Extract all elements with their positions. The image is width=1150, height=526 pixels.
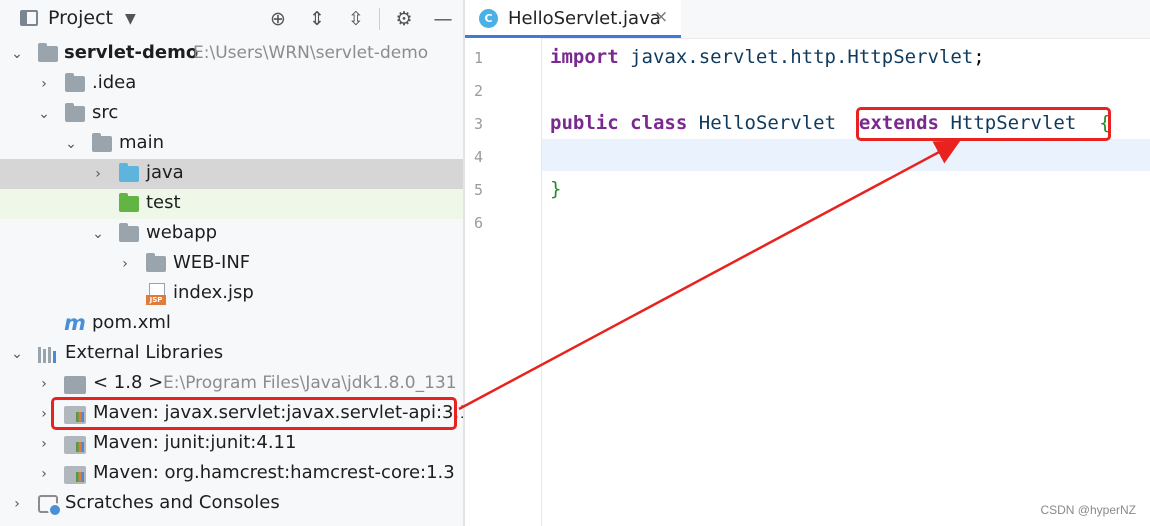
tree-item-webapp[interactable]: ⌄ webapp [0,219,463,249]
chevron-right-icon[interactable]: › [36,375,52,393]
maven-jar-icon [64,436,86,454]
servlet-api-highlight-box [51,397,457,430]
library-icon [38,347,58,363]
chevron-right-icon[interactable]: › [9,495,25,513]
collapse-all-icon[interactable]: ⇳ [343,6,369,32]
project-view-icon[interactable] [20,10,38,26]
semicolon: ; [973,46,985,68]
tree-item-label: Scratches and Consoles [65,492,280,513]
tree-item-label: index.jsp [173,282,254,303]
test-folder-icon [119,193,139,212]
close-brace: } [550,178,562,200]
locate-file-icon[interactable]: ⊕ [265,6,291,32]
close-icon[interactable]: × [654,7,668,27]
maven-file-icon: m [64,311,86,335]
tree-item-test[interactable]: test [0,189,463,219]
chevron-right-icon[interactable]: › [90,165,106,183]
java-class-icon: C [479,9,498,28]
tree-item-index-jsp[interactable]: JSP index.jsp [0,279,463,309]
source-folder-icon [119,163,139,182]
toolbar-separator [379,8,380,30]
tree-item-idea[interactable]: › .idea [0,69,463,99]
folder-icon [65,103,85,122]
settings-gear-icon[interactable]: ⚙ [391,6,417,32]
class-name: HelloServlet [698,112,837,134]
jdk-icon [64,376,86,394]
tree-item-path: E:\Program Files\Java\jdk1.8.0_131 [163,373,457,393]
tree-item-path: E:\Users\WRN\servlet-demo [193,43,429,63]
line-number: 3 [473,115,483,133]
line-number: 6 [473,214,483,232]
tree-item-label: java [146,162,184,183]
tree-item-label: .idea [92,72,137,93]
chevron-down-icon[interactable]: ⌄ [9,345,25,363]
chevron-right-icon[interactable]: › [36,435,52,453]
scratches-icon [38,495,62,517]
maven-jar-icon [64,466,86,484]
tree-item-label: webapp [146,222,218,243]
watermark: CSDN @hyperNZ [1040,503,1136,517]
tree-item-label: test [146,192,181,213]
chevron-right-icon[interactable]: › [117,255,133,273]
line-number: 1 [473,49,483,67]
tree-item-label: Maven: junit:junit:4.11 [93,432,297,453]
tab-label: HelloServlet.java [508,8,661,29]
code-editor[interactable]: C HelloServlet.java × 1 2 3 4 5 6 import… [465,0,1150,526]
tree-item-src[interactable]: ⌄ src [0,99,463,129]
tree-item-servlet-demo[interactable]: ⌄ servlet-demo E:\Users\WRN\servlet-demo [0,39,463,69]
folder-icon [119,223,139,242]
tree-item-java[interactable]: › java [0,159,463,189]
line-number: 5 [473,181,483,199]
extends-highlight-box [856,107,1111,141]
tree-item-label: External Libraries [65,342,224,363]
keyword-public: public [550,112,619,134]
view-dropdown-icon[interactable]: ▼ [125,11,136,27]
tree-item-label: < 1.8 > [93,372,164,393]
line-number: 2 [473,82,483,100]
project-toolbar: Project ▼ ⊕ ⇕ ⇳ ⚙ — [0,0,463,38]
tree-item-external-libraries[interactable]: ⌄ External Libraries [0,339,463,369]
chevron-right-icon[interactable]: › [36,465,52,483]
tree-item-main[interactable]: ⌄ main [0,129,463,159]
jsp-file-icon: JSP [146,283,166,305]
chevron-down-icon[interactable]: ⌄ [90,225,106,243]
tree-item-label: WEB-INF [173,252,251,273]
tree-item-scratches[interactable]: › Scratches and Consoles [0,489,463,519]
tree-item-label: Maven: org.hamcrest:hamcrest-core:1.3 [93,462,455,483]
current-line-highlight [542,139,1150,171]
jsp-badge: JSP [146,295,166,305]
keyword-class: class [630,112,688,134]
folder-icon [146,253,166,272]
tree-item-jdk[interactable]: › < 1.8 > E:\Program Files\Java\jdk1.8.0… [0,369,463,399]
chevron-down-icon[interactable]: ⌄ [36,105,52,123]
chevron-right-icon[interactable]: › [36,75,52,93]
hide-panel-icon[interactable]: — [430,6,456,32]
chevron-down-icon[interactable]: ⌄ [9,45,25,63]
tab-hello-servlet[interactable]: C HelloServlet.java × [465,0,681,38]
tree-item-web-inf[interactable]: › WEB-INF [0,249,463,279]
folder-icon [65,73,85,92]
project-view-title[interactable]: Project [48,7,113,29]
tree-item-hamcrest[interactable]: › Maven: org.hamcrest:hamcrest-core:1.3 [0,459,463,489]
editor-tab-bar: C HelloServlet.java × [465,0,1150,39]
code-line-5[interactable]: } [550,173,561,206]
tree-item-junit[interactable]: › Maven: junit:junit:4.11 [0,429,463,459]
tree-item-label: src [92,102,119,123]
import-path: javax.servlet.http.HttpServlet [630,46,974,68]
line-number-gutter: 1 2 3 4 5 6 [465,38,542,526]
module-folder-icon [38,43,58,62]
tree-item-pom-xml[interactable]: m pom.xml [0,309,463,339]
chevron-right-icon[interactable]: › [36,405,52,423]
keyword-import: import [550,46,619,68]
code-line-1[interactable]: import javax.servlet.http.HttpServlet; [550,41,985,74]
tree-item-label: servlet-demo [64,42,199,63]
project-panel: Project ▼ ⊕ ⇕ ⇳ ⚙ — ⌄ servlet-demo E:\Us… [0,0,463,526]
chevron-down-icon[interactable]: ⌄ [63,135,79,153]
tree-item-label: main [119,132,164,153]
folder-icon [92,133,112,152]
line-number: 4 [473,148,483,166]
tree-item-label: pom.xml [92,312,171,333]
expand-all-icon[interactable]: ⇕ [304,6,330,32]
